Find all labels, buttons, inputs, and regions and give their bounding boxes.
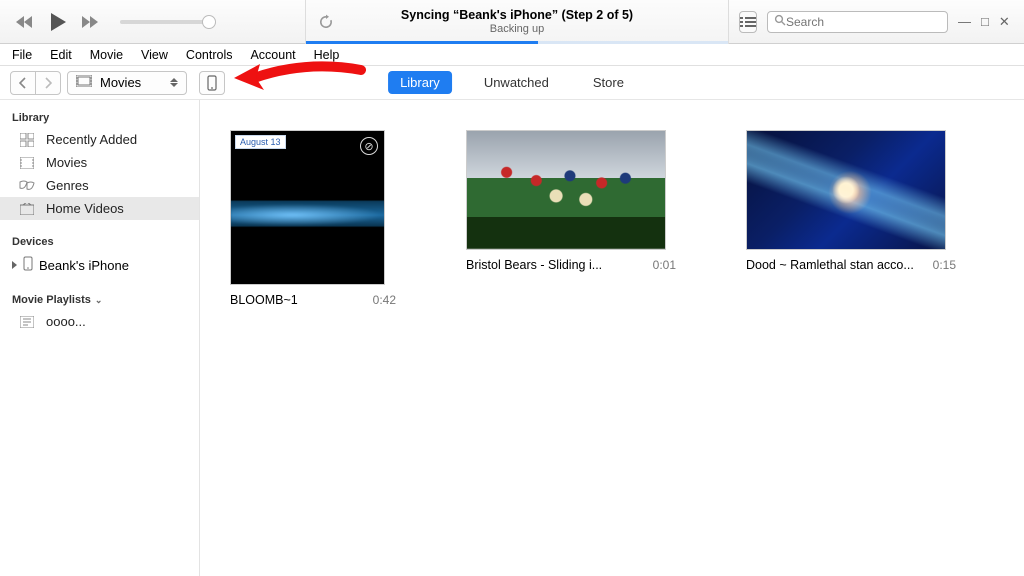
grid-icon bbox=[18, 133, 36, 147]
playback-controls bbox=[0, 11, 305, 33]
menu-controls[interactable]: Controls bbox=[186, 48, 233, 62]
playlist-icon bbox=[18, 316, 36, 328]
menu-help[interactable]: Help bbox=[314, 48, 340, 62]
menu-bar: File Edit Movie View Controls Account He… bbox=[0, 44, 1024, 66]
search-input[interactable] bbox=[786, 15, 941, 29]
status-lcd: Syncing “Beank's iPhone” (Step 2 of 5) B… bbox=[305, 0, 729, 44]
tab-unwatched[interactable]: Unwatched bbox=[472, 71, 561, 94]
sidebar-header-playlists[interactable]: Movie Playlists ⌄ bbox=[0, 288, 199, 310]
sidebar-item-home-videos[interactable]: Home Videos bbox=[0, 197, 199, 220]
video-duration: 0:42 bbox=[373, 293, 396, 307]
media-type-label: Movies bbox=[100, 75, 141, 90]
device-button[interactable] bbox=[199, 71, 225, 95]
menu-movie[interactable]: Movie bbox=[90, 48, 123, 62]
sidebar-item-label: Recently Added bbox=[46, 132, 137, 147]
sidebar-item-label: Home Videos bbox=[46, 201, 124, 216]
maximize-button[interactable]: □ bbox=[981, 14, 989, 30]
minimize-button[interactable]: — bbox=[958, 14, 971, 30]
sidebar-playlist-item[interactable]: oooo... bbox=[0, 310, 199, 333]
next-button[interactable] bbox=[80, 14, 102, 30]
back-button[interactable] bbox=[10, 71, 36, 95]
player-bar: Syncing “Beank's iPhone” (Step 2 of 5) B… bbox=[0, 0, 1024, 44]
tab-library[interactable]: Library bbox=[388, 71, 452, 94]
home-video-icon bbox=[18, 203, 36, 215]
masks-icon bbox=[18, 180, 36, 192]
sidebar-item-genres[interactable]: Genres bbox=[0, 174, 199, 197]
view-tabs: Library Unwatched Store bbox=[388, 71, 636, 94]
search-icon bbox=[774, 14, 786, 29]
video-thumbnail[interactable]: August 13 ⊘ bbox=[230, 130, 385, 285]
date-badge: August 13 bbox=[235, 135, 286, 149]
list-view-button[interactable] bbox=[739, 11, 757, 33]
close-button[interactable]: ✕ bbox=[999, 14, 1010, 30]
menu-edit[interactable]: Edit bbox=[50, 48, 72, 62]
video-thumbnail[interactable] bbox=[746, 130, 946, 250]
playlist-label: oooo... bbox=[46, 314, 86, 329]
main-area: Library Recently Added Movies Genres Hom… bbox=[0, 100, 1024, 576]
unwatched-icon: ⊘ bbox=[360, 137, 378, 155]
sync-progress bbox=[306, 41, 728, 44]
media-type-select[interactable]: Movies bbox=[67, 71, 187, 95]
video-title: BLOOMB~1 bbox=[230, 293, 298, 307]
volume-slider[interactable] bbox=[120, 20, 210, 24]
content-grid: August 13 ⊘ BLOOMB~1 0:42 Bristol Bears … bbox=[200, 100, 1024, 576]
right-tools: — □ ✕ bbox=[729, 11, 1024, 33]
video-duration: 0:15 bbox=[933, 258, 956, 272]
video-title: Dood ~ Ramlethal stan acco... bbox=[746, 258, 914, 272]
toolbar: Movies Library Unwatched Store bbox=[0, 66, 1024, 100]
phone-icon bbox=[23, 256, 33, 274]
sidebar-header-library: Library bbox=[0, 106, 199, 128]
chevron-down-icon: ⌄ bbox=[95, 295, 103, 306]
prev-button[interactable] bbox=[14, 14, 36, 30]
lcd-title: Syncing “Beank's iPhone” (Step 2 of 5) bbox=[401, 8, 633, 22]
sidebar-item-label: Genres bbox=[46, 178, 89, 193]
search-field[interactable] bbox=[767, 11, 948, 33]
sidebar-item-movies[interactable]: Movies bbox=[0, 151, 199, 174]
sidebar: Library Recently Added Movies Genres Hom… bbox=[0, 100, 200, 576]
chevron-updown-icon bbox=[170, 78, 178, 87]
menu-account[interactable]: Account bbox=[250, 48, 295, 62]
film-icon bbox=[76, 75, 92, 90]
tab-store[interactable]: Store bbox=[581, 71, 636, 94]
video-card[interactable]: Bristol Bears - Sliding i... 0:01 bbox=[466, 130, 676, 272]
sidebar-device-item[interactable]: Beank's iPhone bbox=[0, 252, 199, 278]
video-thumbnail[interactable] bbox=[466, 130, 666, 250]
video-card[interactable]: Dood ~ Ramlethal stan acco... 0:15 bbox=[746, 130, 956, 272]
sidebar-item-label: Movies bbox=[46, 155, 87, 170]
menu-view[interactable]: View bbox=[141, 48, 168, 62]
forward-button[interactable] bbox=[35, 71, 61, 95]
sidebar-item-recently-added[interactable]: Recently Added bbox=[0, 128, 199, 151]
video-duration: 0:01 bbox=[653, 258, 676, 272]
film-icon bbox=[18, 157, 36, 169]
lcd-subtitle: Backing up bbox=[490, 23, 544, 35]
video-title: Bristol Bears - Sliding i... bbox=[466, 258, 602, 272]
video-card[interactable]: August 13 ⊘ BLOOMB~1 0:42 bbox=[230, 130, 396, 307]
volume-knob[interactable] bbox=[202, 15, 216, 29]
sidebar-header-devices: Devices bbox=[0, 230, 199, 252]
disclosure-triangle-icon[interactable] bbox=[12, 261, 17, 269]
menu-file[interactable]: File bbox=[12, 48, 32, 62]
device-label: Beank's iPhone bbox=[39, 258, 129, 273]
play-button[interactable] bbox=[48, 11, 68, 33]
sync-icon bbox=[316, 12, 336, 32]
window-controls: — □ ✕ bbox=[958, 14, 1016, 30]
